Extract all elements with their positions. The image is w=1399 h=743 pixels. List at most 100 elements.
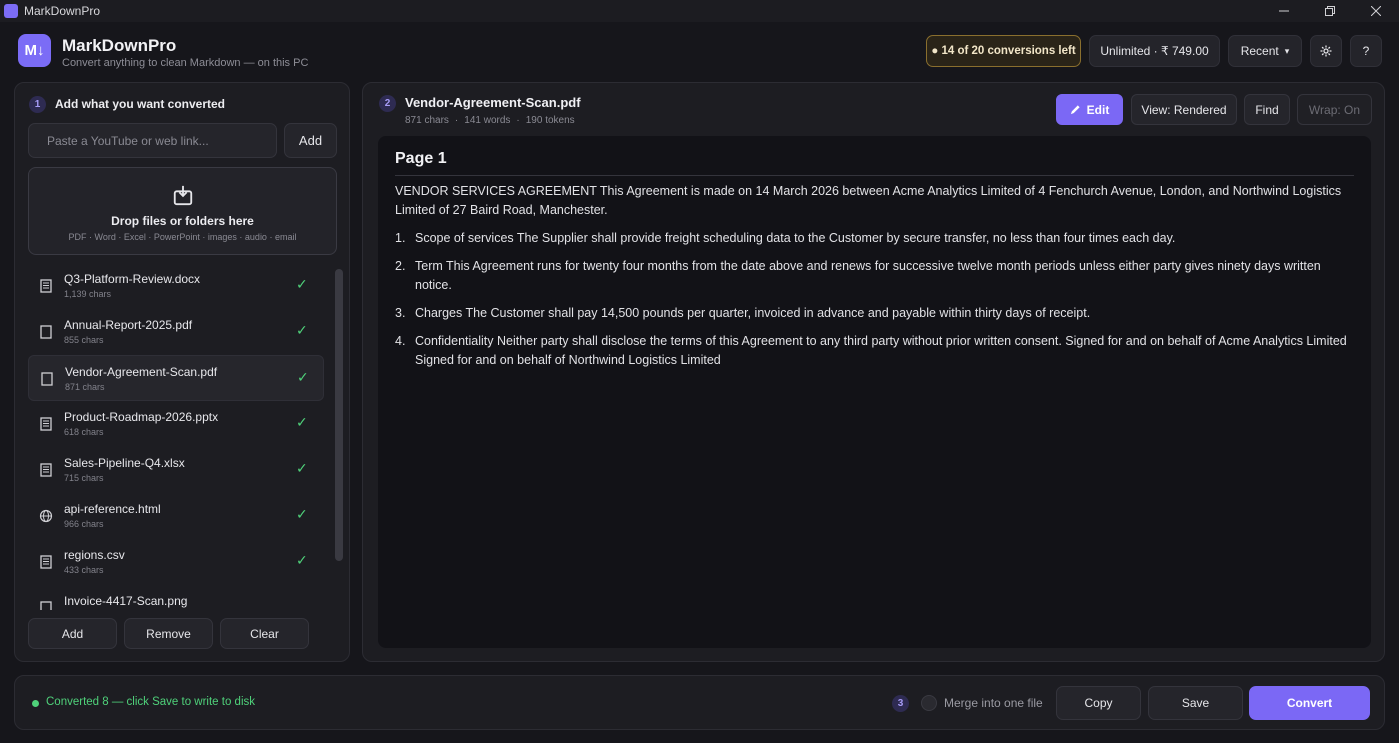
list-item: 3. Charges The Customer shall pay 14,500 …: [395, 304, 1354, 323]
file-name: Sales-Pipeline-Q4.xlsx: [64, 456, 185, 470]
remove-button[interactable]: Remove: [124, 618, 213, 649]
pdf-icon: [41, 372, 53, 386]
dropzone-title: Drop files or folders here: [111, 214, 254, 228]
view-mode-button[interactable]: View: Rendered: [1131, 94, 1237, 125]
file-name: regions.csv: [64, 548, 125, 562]
file-item[interactable]: api-reference.html 966 chars ✓: [28, 493, 324, 539]
file-size: 855 chars: [64, 335, 104, 345]
check-icon: ✓: [296, 414, 308, 430]
close-icon[interactable]: [1353, 0, 1399, 22]
doc-icon: [40, 601, 52, 610]
app-header: M↓ MarkDownPro Convert anything to clean…: [0, 22, 1399, 82]
find-button[interactable]: Find: [1244, 94, 1290, 125]
list-item: 4. Confidentiality Neither party shall di…: [395, 332, 1354, 370]
document-intro: VENDOR SERVICES AGREEMENT This Agreement…: [395, 184, 1342, 217]
restore-icon[interactable]: [1307, 0, 1353, 22]
merge-toggle[interactable]: [921, 695, 937, 711]
list-item: 2. Term This Agreement runs for twenty fo…: [395, 257, 1354, 295]
action-bar: Converted 8 — click Save to write to dis…: [14, 675, 1385, 730]
unlimited-button[interactable]: Unlimited · ₹ 749.00: [1089, 35, 1220, 67]
clear-button[interactable]: Clear: [220, 618, 309, 649]
file-size: 871 chars: [65, 382, 105, 392]
settings-button[interactable]: [1310, 35, 1342, 67]
meta-separator: ·: [454, 115, 459, 126]
upload-icon: [173, 185, 193, 206]
file-dropzone[interactable]: Drop files or folders here PDF · Word · …: [28, 167, 337, 255]
window-title: MarkDownPro: [24, 4, 101, 18]
merge-label: Merge into one file: [944, 696, 1043, 710]
list-item: 1. Scope of services The Supplier shall p…: [395, 229, 1354, 248]
preview-panel: 2 Vendor-Agreement-Scan.pdf 871 chars · …: [362, 82, 1385, 662]
help-button[interactable]: ?: [1350, 35, 1382, 67]
check-icon: ✓: [296, 552, 308, 568]
gear-icon: [1320, 45, 1332, 57]
token-count: 190 tokens: [525, 115, 575, 126]
quota-badge[interactable]: ● 14 of 20 conversions left: [926, 35, 1081, 67]
check-icon: ✓: [296, 322, 308, 338]
list-number: 2.: [395, 259, 406, 273]
page-heading: Page 1: [395, 150, 1354, 176]
file-size: 618 chars: [64, 427, 104, 437]
list-text: Term This Agreement runs for twenty four…: [415, 259, 1321, 292]
wrap-toggle[interactable]: Wrap: On: [1297, 94, 1372, 125]
recent-label: Recent: [1240, 44, 1279, 58]
chevron-down-icon: ▾: [1284, 45, 1290, 56]
app-icon: [4, 4, 18, 18]
list-text: Confidentiality Neither party shall disc…: [415, 334, 1347, 367]
recent-dropdown[interactable]: Recent ▾: [1228, 35, 1302, 67]
document-preview[interactable]: Page 1 VENDOR SERVICES AGREEMENT This Ag…: [378, 136, 1371, 648]
file-size: 715 chars: [64, 473, 104, 483]
file-name: Q3-Platform-Review.docx: [64, 272, 201, 286]
check-icon: ✓: [297, 369, 309, 385]
list-number: 1.: [395, 231, 406, 245]
file-item[interactable]: Product-Roadmap-2026.pptx 618 chars ✓: [28, 401, 324, 447]
list-text: Charges The Customer shall pay 14,500 po…: [415, 306, 1091, 320]
file-size: 1,139 chars: [64, 289, 112, 299]
file-item[interactable]: Q3-Platform-Review.docx 1,139 chars ✓: [28, 263, 324, 309]
file-item[interactable]: Annual-Report-2025.pdf 855 chars ✓: [28, 309, 324, 355]
step-badge-3: 3: [892, 695, 909, 712]
app-logo: M↓: [18, 34, 51, 67]
doc-icon: [40, 417, 52, 431]
file-name: Vendor-Agreement-Scan.pdf: [65, 365, 218, 379]
char-count: 871 chars: [405, 115, 449, 126]
dropzone-formats: PDF · Word · Excel · PowerPoint · images…: [68, 232, 297, 242]
file-name: api-reference.html: [64, 502, 161, 516]
file-item-selected[interactable]: Vendor-Agreement-Scan.pdf 871 chars ✓: [28, 355, 324, 401]
window-controls: [1261, 0, 1399, 22]
status-indicator: [32, 700, 39, 707]
step-badge-1: 1: [29, 96, 46, 113]
file-size: 433 chars: [64, 565, 104, 575]
app-name: MarkDownPro: [62, 36, 177, 55]
input-panel: 1 Add what you want converted Add Drop f…: [14, 82, 350, 662]
file-list: Q3-Platform-Review.docx 1,139 chars ✓ An…: [28, 263, 324, 610]
copy-button[interactable]: Copy: [1056, 686, 1141, 720]
url-input[interactable]: [28, 123, 277, 158]
edit-button[interactable]: Edit: [1056, 94, 1123, 125]
input-section-title: Add what you want converted: [55, 97, 226, 111]
convert-button[interactable]: Convert: [1249, 686, 1370, 720]
doc-icon: [40, 279, 52, 293]
minimize-icon[interactable]: [1261, 0, 1307, 22]
meta-separator: ·: [516, 115, 520, 126]
check-icon: ✓: [296, 460, 308, 476]
file-item[interactable]: Sales-Pipeline-Q4.xlsx 715 chars ✓: [28, 447, 324, 493]
globe-icon: [39, 509, 53, 523]
list-number: 4.: [395, 334, 406, 348]
document-title: Vendor-Agreement-Scan.pdf: [405, 95, 581, 110]
doc-icon: [40, 555, 52, 569]
add-button[interactable]: Add: [28, 618, 117, 649]
file-name: Product-Roadmap-2026.pptx: [64, 410, 219, 424]
word-count: 141 words: [464, 115, 511, 126]
file-name: Invoice-4417-Scan.png: [64, 594, 188, 608]
save-button[interactable]: Save: [1148, 686, 1243, 720]
doc-icon: [40, 463, 52, 477]
file-size: 966 chars: [64, 519, 104, 529]
file-list-scrollbar[interactable]: [335, 269, 343, 561]
file-item[interactable]: regions.csv 433 chars ✓: [28, 539, 324, 585]
file-item[interactable]: Invoice-4417-Scan.png: [28, 585, 324, 610]
status-text: Converted 8 — click Save to write to dis…: [46, 696, 255, 708]
add-link-button[interactable]: Add: [284, 123, 337, 158]
list-text: Scope of services The Supplier shall pro…: [415, 231, 1176, 245]
pdf-icon: [40, 325, 52, 339]
